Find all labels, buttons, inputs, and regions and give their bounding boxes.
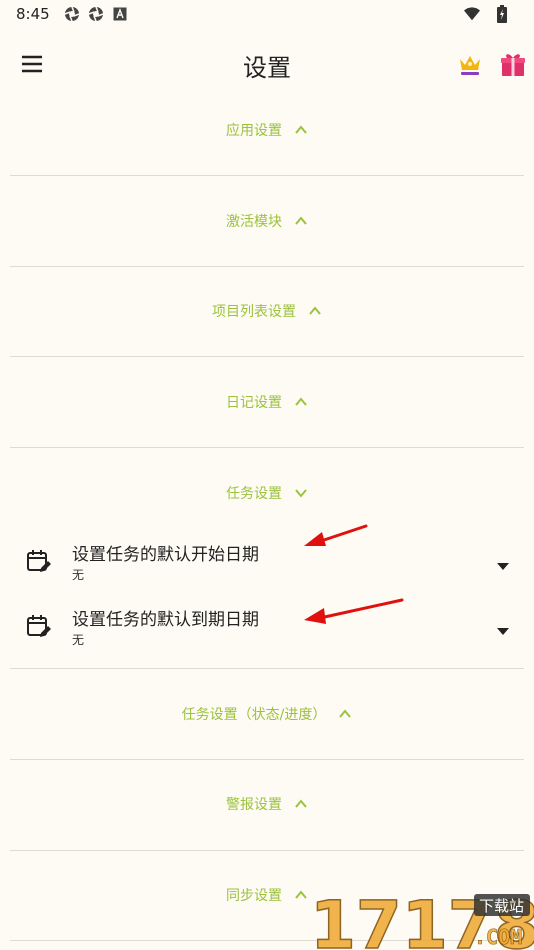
chevron-up-icon xyxy=(294,123,308,137)
divider xyxy=(10,447,524,448)
chevron-up-icon xyxy=(308,304,322,318)
divider xyxy=(10,850,524,851)
dropdown-arrow-icon[interactable] xyxy=(496,621,510,635)
gift-icon[interactable] xyxy=(499,50,527,78)
setting-title: 设置任务的默认到期日期 xyxy=(72,610,259,630)
section-task-status-settings[interactable]: 任务设置（状态/进度） xyxy=(10,694,524,734)
section-project-list-settings[interactable]: 项目列表设置 xyxy=(10,291,524,331)
aperture-icon xyxy=(64,6,80,22)
a-badge-icon xyxy=(112,6,128,22)
status-bar: 8:45 xyxy=(0,0,534,28)
divider xyxy=(10,266,524,267)
section-diary-settings[interactable]: 日记设置 xyxy=(10,382,524,422)
chevron-down-icon xyxy=(294,486,308,500)
divider xyxy=(10,668,524,669)
section-label: 警报设置 xyxy=(226,797,282,813)
section-task-settings[interactable]: 任务设置 xyxy=(10,473,524,513)
divider xyxy=(10,175,524,176)
setting-title: 设置任务的默认开始日期 xyxy=(72,545,259,565)
svg-text:下载站: 下载站 xyxy=(479,897,524,915)
calendar-edit-icon xyxy=(26,548,52,574)
divider xyxy=(10,356,524,357)
page-title: 设置 xyxy=(243,54,291,82)
crown-icon[interactable] xyxy=(456,50,484,78)
section-label: 任务设置（状态/进度） xyxy=(181,707,327,723)
section-label: 任务设置 xyxy=(226,486,282,502)
svg-text:.COM: .COM xyxy=(474,925,522,949)
dropdown-arrow-icon[interactable] xyxy=(496,556,510,570)
chevron-up-icon xyxy=(294,888,308,902)
setting-value: 无 xyxy=(72,633,85,647)
default-start-date-setting[interactable]: 设置任务的默认开始日期 无 xyxy=(10,534,524,590)
chevron-up-icon xyxy=(294,395,308,409)
aperture-icon xyxy=(88,6,104,22)
section-alarm-settings[interactable]: 警报设置 xyxy=(10,784,524,824)
section-label: 激活模块 xyxy=(226,214,282,230)
menu-icon[interactable] xyxy=(20,52,44,76)
divider xyxy=(10,759,524,760)
wifi-icon xyxy=(464,6,480,22)
chevron-up-icon xyxy=(338,707,352,721)
chevron-up-icon xyxy=(294,214,308,228)
section-label: 同步设置 xyxy=(226,888,282,904)
section-label: 应用设置 xyxy=(226,123,282,139)
status-time: 8:45 xyxy=(16,5,50,23)
default-due-date-setting[interactable]: 设置任务的默认到期日期 无 xyxy=(10,599,524,655)
section-label: 日记设置 xyxy=(226,395,282,411)
app-bar: 设置 xyxy=(0,36,534,92)
section-app-settings[interactable]: 应用设置 xyxy=(10,110,524,150)
calendar-edit-icon xyxy=(26,613,52,639)
site-watermark-logo: 17178 下载站 .COM xyxy=(309,886,534,950)
section-label: 项目列表设置 xyxy=(212,304,296,320)
section-activate-modules[interactable]: 激活模块 xyxy=(10,201,524,241)
chevron-up-icon xyxy=(294,797,308,811)
battery-charging-icon xyxy=(494,5,510,23)
setting-value: 无 xyxy=(72,568,85,582)
